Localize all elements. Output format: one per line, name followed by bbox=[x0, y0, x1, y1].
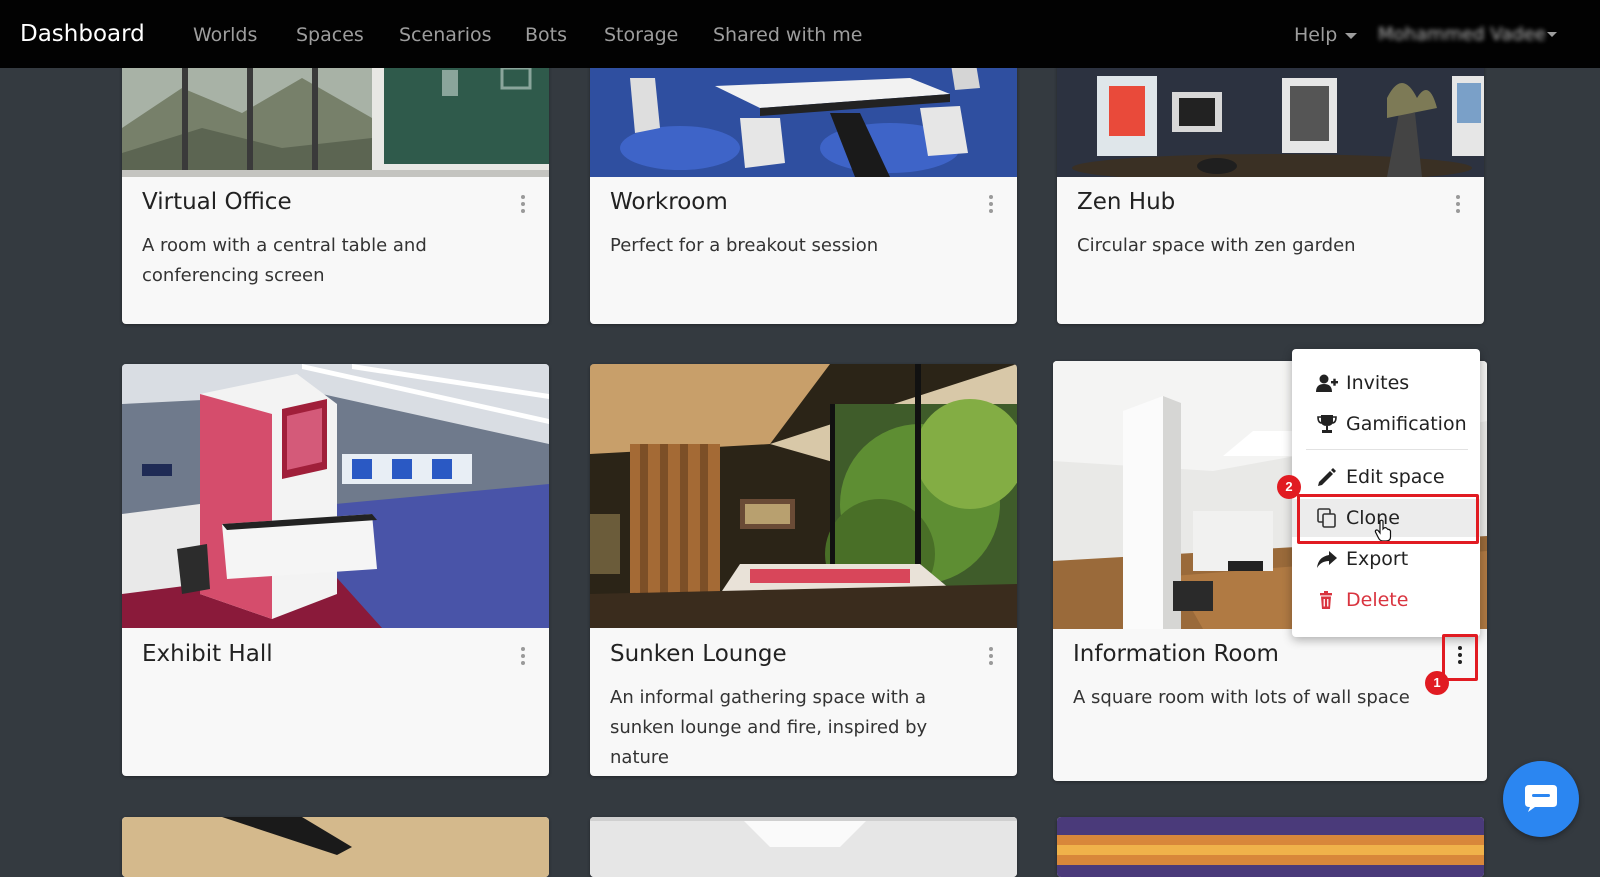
annotation-step-2-badge: 2 bbox=[1277, 475, 1301, 499]
menu-item-delete[interactable]: Delete bbox=[1292, 581, 1480, 619]
space-thumbnail[interactable] bbox=[1057, 817, 1484, 877]
copy-icon bbox=[1317, 508, 1336, 528]
nav-link-spaces[interactable]: Spaces bbox=[296, 22, 364, 48]
user-caret-down-icon bbox=[1547, 32, 1557, 37]
nav-link-bots[interactable]: Bots bbox=[525, 22, 567, 48]
space-card-title: Information Room bbox=[1073, 641, 1279, 667]
space-thumbnail[interactable] bbox=[590, 817, 1017, 877]
menu-item-label: Gamification bbox=[1346, 413, 1467, 435]
annotation-step-1-badge: 1 bbox=[1425, 671, 1449, 695]
card-options-menu-icon[interactable] bbox=[515, 192, 531, 216]
space-card-description: An informal gathering space with a sunke… bbox=[610, 687, 928, 768]
space-card-row3-1[interactable] bbox=[122, 817, 549, 877]
menu-item-invites[interactable]: Invites bbox=[1292, 364, 1480, 402]
menu-divider bbox=[1306, 449, 1468, 450]
nav-link-worlds[interactable]: Worlds bbox=[193, 22, 257, 48]
trophy-icon bbox=[1317, 415, 1337, 433]
card-options-menu-icon[interactable] bbox=[983, 192, 999, 216]
user-menu-name[interactable]: Mohammed Vadee bbox=[1378, 22, 1546, 48]
space-card-title: Sunken Lounge bbox=[610, 641, 787, 667]
menu-item-label: Edit space bbox=[1346, 466, 1445, 488]
space-card-description: Perfect for a breakout session bbox=[610, 235, 879, 256]
space-thumbnail-exhibit-hall[interactable] bbox=[122, 364, 549, 628]
trash-icon bbox=[1320, 591, 1332, 609]
space-card-sunken-lounge[interactable]: Sunken Lounge An informal gathering spac… bbox=[590, 364, 1017, 776]
card-options-menu-icon[interactable] bbox=[1452, 643, 1468, 667]
space-card-description: Circular space with zen garden bbox=[1077, 235, 1356, 256]
menu-item-label: Invites bbox=[1346, 372, 1410, 394]
menu-item-clone[interactable]: Clone bbox=[1292, 499, 1480, 542]
caret-down-icon bbox=[1345, 32, 1358, 39]
nav-link-storage[interactable]: Storage bbox=[604, 22, 678, 48]
help-label: Help bbox=[1294, 24, 1338, 46]
card-options-menu-icon[interactable] bbox=[983, 644, 999, 668]
space-thumbnail-zen-hub[interactable] bbox=[1057, 58, 1484, 177]
space-card-row3-2[interactable] bbox=[590, 817, 1017, 877]
menu-item-export[interactable]: Export bbox=[1292, 540, 1480, 578]
space-card-virtual-office[interactable]: Virtual Office A room with a central tab… bbox=[122, 58, 549, 324]
space-card-zen-hub[interactable]: Zen Hub Circular space with zen garden bbox=[1057, 58, 1484, 324]
space-card-title: Workroom bbox=[610, 189, 728, 215]
space-thumbnail[interactable] bbox=[122, 817, 549, 877]
space-thumbnail-virtual-office[interactable] bbox=[122, 58, 549, 177]
space-card-description: A square room with lots of wall space bbox=[1073, 687, 1410, 708]
chat-support-button[interactable] bbox=[1503, 761, 1579, 837]
brand-dashboard-link[interactable]: Dashboard bbox=[20, 18, 145, 50]
space-card-row3-3[interactable] bbox=[1057, 817, 1484, 877]
space-card-workroom[interactable]: Workroom Perfect for a breakout session bbox=[590, 58, 1017, 324]
card-options-menu-icon[interactable] bbox=[1450, 192, 1466, 216]
menu-item-label: Export bbox=[1346, 548, 1409, 570]
share-arrow-icon bbox=[1317, 551, 1337, 568]
card-options-menu-icon[interactable] bbox=[515, 644, 531, 668]
nav-link-shared-with-me[interactable]: Shared with me bbox=[713, 22, 862, 48]
space-options-dropdown: Invites Gamification Edit space Clone Ex… bbox=[1292, 349, 1480, 637]
space-thumbnail-sunken-lounge[interactable] bbox=[590, 364, 1017, 628]
top-navbar: Dashboard Worlds Spaces Scenarios Bots S… bbox=[0, 0, 1600, 68]
menu-item-gamification[interactable]: Gamification bbox=[1292, 405, 1480, 443]
menu-item-edit-space[interactable]: Edit space bbox=[1292, 458, 1480, 496]
menu-item-label: Delete bbox=[1346, 589, 1409, 611]
space-card-description: A room with a central table and conferen… bbox=[142, 235, 427, 286]
pencil-icon bbox=[1318, 468, 1336, 486]
space-card-title: Virtual Office bbox=[142, 189, 292, 215]
user-plus-icon bbox=[1316, 374, 1338, 392]
space-card-title: Zen Hub bbox=[1077, 189, 1176, 215]
space-thumbnail-workroom[interactable] bbox=[590, 58, 1017, 177]
chat-bubble-icon bbox=[1525, 785, 1557, 812]
help-dropdown-toggle[interactable]: Help bbox=[1294, 22, 1358, 48]
space-card-title: Exhibit Hall bbox=[142, 641, 273, 667]
nav-link-scenarios[interactable]: Scenarios bbox=[399, 22, 492, 48]
space-card-exhibit-hall[interactable]: Exhibit Hall bbox=[122, 364, 549, 776]
